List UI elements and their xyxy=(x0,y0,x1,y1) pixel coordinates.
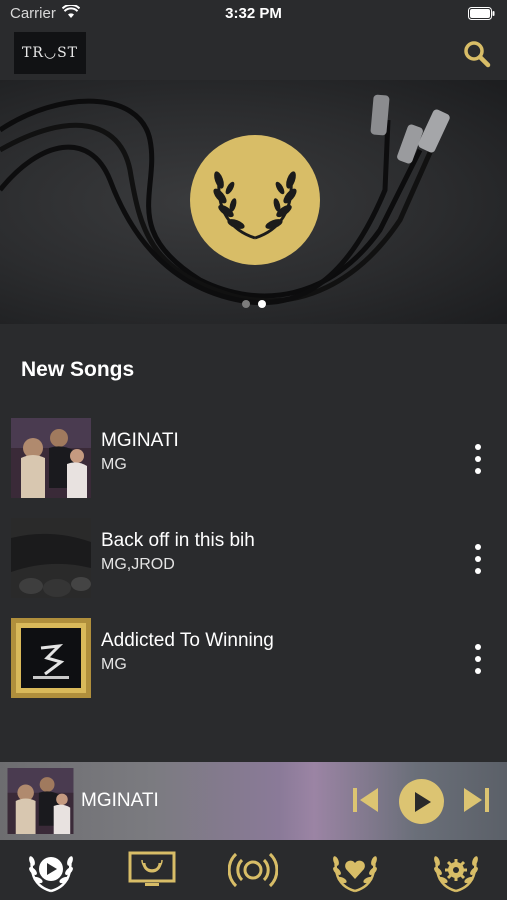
list-item[interactable]: Addicted To Winning MG xyxy=(0,618,507,698)
skip-next-icon xyxy=(464,788,489,812)
song-title: Addicted To Winning xyxy=(101,630,274,651)
play-laurel-icon xyxy=(28,856,73,893)
laurel-emblem xyxy=(190,135,320,265)
section-title: New Songs xyxy=(21,358,135,381)
now-playing-title: MGINATI xyxy=(81,790,159,811)
list-item[interactable]: MGINATI MG xyxy=(0,418,507,498)
clock: 3:32 PM xyxy=(225,5,282,22)
song-artist: MG xyxy=(101,656,127,673)
mini-player[interactable]: MGINATI xyxy=(0,762,507,840)
broadcast-icon xyxy=(228,852,279,888)
laurel-icon xyxy=(213,171,297,240)
heart-laurel-icon xyxy=(332,856,377,893)
tab-video[interactable] xyxy=(122,840,182,900)
play-button[interactable] xyxy=(399,779,444,824)
list-item[interactable]: Back off in this bih MG,JROD xyxy=(0,518,507,598)
play-icon xyxy=(414,791,431,812)
song-title: MGINATI xyxy=(101,430,179,451)
previous-button[interactable] xyxy=(350,784,382,821)
album-art xyxy=(11,618,91,698)
more-options-button[interactable] xyxy=(471,544,485,574)
tab-favorites[interactable] xyxy=(325,840,385,900)
now-playing-art xyxy=(7,768,74,834)
album-art xyxy=(11,518,91,598)
status-bar: Carrier 3:32 PM xyxy=(0,0,507,28)
search-button[interactable] xyxy=(459,36,495,72)
more-options-button[interactable] xyxy=(471,644,485,674)
carousel-dots[interactable] xyxy=(0,300,507,308)
featured-banner[interactable] xyxy=(0,80,507,324)
app-header: TR◡ST xyxy=(0,28,507,80)
carousel-dot[interactable] xyxy=(241,300,250,308)
album-art xyxy=(11,418,91,498)
skip-previous-icon xyxy=(353,788,378,812)
logo-text: TR◡ST xyxy=(21,45,79,61)
app-logo: TR◡ST xyxy=(14,32,86,74)
more-options-button[interactable] xyxy=(471,444,485,474)
song-artist: MG,JROD xyxy=(101,556,175,573)
battery-icon xyxy=(468,7,495,20)
song-artist: MG xyxy=(101,456,127,473)
tab-settings[interactable] xyxy=(426,840,486,900)
gear-laurel-icon xyxy=(434,856,479,893)
song-title: Back off in this bih xyxy=(101,530,255,551)
tab-home[interactable] xyxy=(21,840,81,900)
carousel-dot-active[interactable] xyxy=(257,300,266,308)
tv-laurel-icon xyxy=(128,851,176,886)
tab-bar xyxy=(0,840,507,900)
search-icon xyxy=(464,41,491,68)
next-button[interactable] xyxy=(460,784,492,821)
tab-live[interactable] xyxy=(223,840,283,900)
